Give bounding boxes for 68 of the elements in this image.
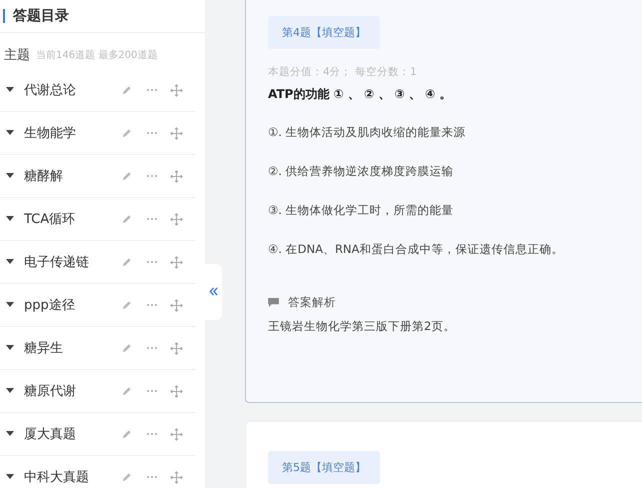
score-info: 本题分值：4分； 每空分数：1 (268, 65, 418, 79)
comment-icon (268, 298, 279, 307)
collapse-button[interactable] (205, 264, 222, 320)
pencil-icon[interactable] (121, 214, 132, 224)
topic-item[interactable]: 电子传递链 (24, 253, 121, 271)
pencil-icon[interactable] (121, 128, 132, 138)
topic-item[interactable]: TCA循环 (24, 210, 121, 228)
more-icon[interactable] (146, 88, 158, 92)
caret-icon[interactable] (6, 173, 14, 179)
question-card[interactable]: 第4题【填空题】 本题分值：4分； 每空分数：1 ATP的功能 ① 、 ② 、 ③ 、 ④ 。 ①. 生物体活动及肌肉收缩的能量来源 ②. 供给营养物逆浓度梯度跨膜运输 ③. 生物体做化学工时，所需的能量 ④. 在DNA、RNA和蛋白合成中等，保证遗传信息正确。 答案解析 王镜岩生物化学第三版下册第2页。 (245, 0, 642, 403)
more-icon[interactable] (146, 131, 158, 135)
move-icon[interactable] (170, 212, 183, 226)
topic-item[interactable]: 糖原代谢 (24, 382, 121, 400)
topic-item[interactable]: 代谢总论 (24, 81, 121, 99)
more-icon[interactable] (146, 303, 158, 307)
pencil-icon[interactable] (121, 300, 132, 310)
more-icon[interactable] (146, 389, 158, 393)
pencil-icon[interactable] (121, 170, 132, 182)
move-icon[interactable] (170, 470, 183, 484)
pencil-icon[interactable] (121, 386, 132, 396)
answer-text: ②. 供给营养物逆浓度梯度跨膜运输 (268, 163, 455, 179)
caret-icon[interactable] (6, 130, 14, 136)
pencil-icon[interactable] (121, 342, 132, 354)
caret-icon[interactable] (6, 474, 14, 480)
question-type-tag: 第4题【填空题】 (268, 16, 380, 49)
answer-text: ④. 在DNA、RNA和蛋白合成中等，保证遗传信息正确。 (268, 241, 564, 257)
topic-item[interactable]: 中科大真题 (24, 468, 121, 486)
topic-item[interactable]: 糖酵解 (24, 167, 121, 185)
caret-icon[interactable] (6, 87, 14, 93)
caret-icon[interactable] (6, 216, 14, 222)
more-icon[interactable] (146, 174, 158, 178)
analysis-text: 王镜岩生物化学第三版下册第2页。 (268, 319, 456, 335)
move-icon[interactable] (170, 126, 183, 140)
topic-item[interactable]: ppp途径 (24, 296, 121, 314)
pencil-icon[interactable] (121, 428, 132, 440)
more-icon[interactable] (146, 475, 158, 479)
title-accent-bar (3, 9, 5, 23)
move-icon[interactable] (170, 384, 183, 398)
double-chevron-left-icon (209, 287, 218, 296)
caret-icon[interactable] (6, 431, 14, 437)
analysis-label: 答案解析 (288, 295, 336, 310)
more-icon[interactable] (146, 217, 158, 221)
more-icon[interactable] (146, 260, 158, 264)
question-text: ATP的功能 ① 、 ② 、 ③ 、 ④ 。 (268, 86, 452, 103)
pencil-icon[interactable] (121, 472, 132, 482)
move-icon[interactable] (170, 84, 183, 96)
caret-icon[interactable] (6, 345, 14, 351)
pencil-icon[interactable] (121, 84, 132, 96)
more-icon[interactable] (146, 432, 158, 436)
topic-item[interactable]: 厦大真题 (24, 425, 121, 443)
more-icon[interactable] (146, 346, 158, 350)
move-icon[interactable] (170, 342, 183, 354)
sidebar-title: 答题目录 (13, 7, 69, 25)
caret-icon[interactable] (6, 388, 14, 394)
move-icon[interactable] (170, 428, 183, 440)
caret-icon[interactable] (6, 302, 14, 308)
topic-label: 主题 (4, 47, 30, 64)
pencil-icon[interactable] (121, 256, 132, 268)
topic-count-hint: 当前146道题 最多200道题 (36, 48, 158, 62)
answer-text: ①. 生物体活动及肌肉收缩的能量来源 (268, 124, 467, 140)
move-icon[interactable] (170, 170, 183, 182)
topic-item[interactable]: 生物能学 (24, 124, 121, 142)
move-icon[interactable] (170, 298, 183, 312)
answer-text: ③. 生物体做化学工时，所需的能量 (268, 202, 455, 218)
caret-icon[interactable] (6, 259, 14, 265)
topic-item[interactable]: 糖异生 (24, 339, 121, 357)
question-type-tag: 第5题【填空题】 (268, 451, 380, 484)
move-icon[interactable] (170, 256, 183, 268)
